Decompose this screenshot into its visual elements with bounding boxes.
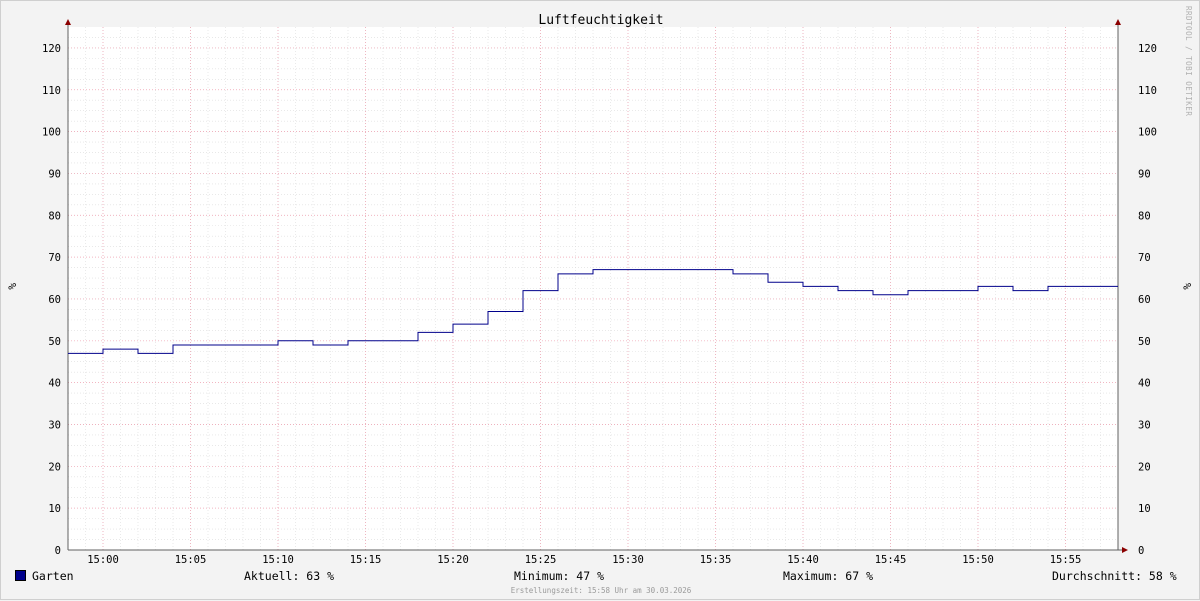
x-tick-labels: 15:00 15:05 15:10 15:15 15:20 15:25 15:30 15:35… bbox=[87, 554, 1081, 566]
legend-series-name: Garten bbox=[32, 569, 74, 583]
footer-timestamp: Erstellungszeit: 15:58 Uhr am 30.03.2026 bbox=[510, 586, 692, 595]
x-tick-label: 15:10 bbox=[262, 554, 294, 566]
y-tick-label-right: 80 bbox=[1138, 210, 1151, 222]
watermark: RRDTOOL / TOBI OETIKER bbox=[1184, 6, 1193, 117]
y-tick-label-left: 70 bbox=[48, 252, 61, 264]
legend-durchschnitt: Durchschnitt: 58 % bbox=[1052, 569, 1177, 583]
y-tick-labels-right: 0 10 20 30 40 50 60 70 80 90 100 110 120 bbox=[1138, 43, 1157, 557]
minor-grid bbox=[68, 27, 1118, 550]
y-tick-label-right: 40 bbox=[1138, 378, 1151, 390]
legend-maximum: Maximum: 67 % bbox=[783, 569, 874, 583]
legend-minimum: Minimum: 47 % bbox=[514, 569, 605, 583]
legend-series: Garten bbox=[15, 569, 74, 583]
y-tick-label-left: 50 bbox=[48, 336, 61, 348]
x-tick-label: 15:45 bbox=[875, 554, 907, 566]
y-tick-label-right: 100 bbox=[1138, 127, 1157, 139]
y-tick-label-left: 30 bbox=[48, 419, 61, 431]
x-tick-label: 15:00 bbox=[87, 554, 119, 566]
y-tick-label-left: 60 bbox=[48, 294, 61, 306]
x-tick-label: 15:40 bbox=[787, 554, 819, 566]
y-tick-label-left: 80 bbox=[48, 210, 61, 222]
y-tick-label-right: 110 bbox=[1138, 85, 1157, 97]
y-axis-arrow-left bbox=[65, 19, 71, 25]
y-tick-label-left: 120 bbox=[42, 43, 61, 55]
x-tick-label: 15:25 bbox=[525, 554, 557, 566]
y-tick-label-right: 30 bbox=[1138, 419, 1151, 431]
y-tick-label-left: 90 bbox=[48, 168, 61, 180]
y-tick-label-left: 10 bbox=[48, 503, 61, 515]
y-axis-arrow-right bbox=[1115, 19, 1121, 25]
x-tick-label: 15:55 bbox=[1050, 554, 1082, 566]
chart-frame: 0 10 20 30 40 50 60 70 80 90 100 110 120 0 10 20 30 40 50… bbox=[0, 0, 1200, 600]
y-tick-labels-left: 0 10 20 30 40 50 60 70 80 90 100 110 120 bbox=[42, 43, 61, 557]
y-tick-label-left: 20 bbox=[48, 461, 61, 473]
chart-title: Luftfeuchtigkeit bbox=[538, 13, 663, 28]
y-tick-label-right: 10 bbox=[1138, 503, 1151, 515]
y-tick-label-right: 90 bbox=[1138, 168, 1151, 180]
y-tick-label-right: 120 bbox=[1138, 43, 1157, 55]
y-tick-label-right: 0 bbox=[1138, 545, 1144, 557]
y-tick-label-right: 50 bbox=[1138, 336, 1151, 348]
x-tick-label: 15:20 bbox=[437, 554, 469, 566]
y-tick-label-right: 70 bbox=[1138, 252, 1151, 264]
legend-swatch bbox=[15, 570, 26, 581]
x-tick-label: 15:05 bbox=[175, 554, 207, 566]
y-tick-label-left: 0 bbox=[55, 545, 61, 557]
legend-aktuell: Aktuell: 63 % bbox=[244, 569, 335, 583]
x-tick-label: 15:15 bbox=[350, 554, 382, 566]
y-tick-label-right: 20 bbox=[1138, 461, 1151, 473]
y-tick-label-left: 40 bbox=[48, 378, 61, 390]
x-axis-arrow bbox=[1122, 547, 1128, 553]
y-tick-label-right: 60 bbox=[1138, 294, 1151, 306]
y-tick-label-left: 100 bbox=[42, 127, 61, 139]
chart-svg: 0 10 20 30 40 50 60 70 80 90 100 110 120 0 10 20 30 40 50… bbox=[42, 13, 1157, 566]
x-tick-label: 15:35 bbox=[700, 554, 732, 566]
y-axis-label-right: % bbox=[1181, 283, 1194, 290]
x-tick-label: 15:30 bbox=[612, 554, 644, 566]
x-tick-label: 15:50 bbox=[962, 554, 994, 566]
y-axis-label-left: % bbox=[6, 283, 19, 290]
y-tick-label-left: 110 bbox=[42, 85, 61, 97]
